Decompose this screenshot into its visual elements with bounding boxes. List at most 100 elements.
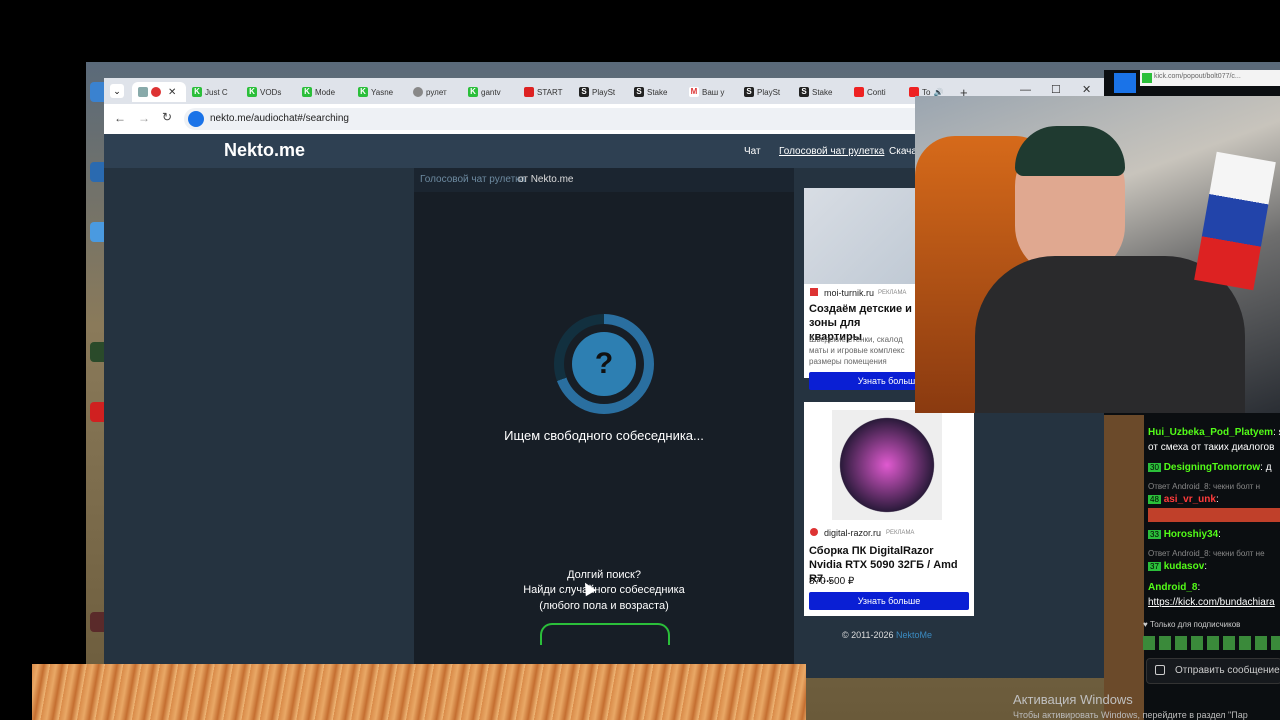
tab-label: Stake [647,87,668,97]
subscribers-only-text: Только для подписчиков [1149,620,1241,629]
tab[interactable]: K Yasne [358,82,400,102]
emote-bar[interactable] [1143,636,1280,650]
tab[interactable]: START [524,82,566,102]
tab[interactable]: рулет [413,82,455,102]
chat-username[interactable]: asi_vr_unk [1164,494,1216,505]
tab[interactable]: S PlaySt [579,82,621,102]
breadcrumb: Голосовой чат рулетка от Nekto.me [414,168,794,192]
tab-label: VODs [260,87,282,97]
tab[interactable]: K Mode [302,82,344,102]
random-search-button[interactable] [540,623,670,645]
ad-domain: digital-razor.ru [824,528,882,538]
tab-active[interactable]: ✕ [132,82,186,102]
chat-side-decoration [1104,415,1144,720]
url-field[interactable]: nekto.me/audiochat#/searching [184,108,1004,130]
popout-url: kick.com/popout/bolt077/c... [1154,73,1241,80]
question-icon: ? [572,332,636,396]
close-window-icon[interactable]: ✕ [1082,83,1091,96]
tab[interactable]: S Stake [634,82,676,102]
tab-search-button[interactable]: ⌄ [110,84,124,98]
badge: 30 [1148,463,1161,472]
forward-icon[interactable]: → [138,111,150,125]
tab[interactable]: S PlaySt [744,82,786,102]
tab-label: Ваш у [702,87,725,97]
tab[interactable]: K VODs [247,82,289,102]
chat-message: от смеха от таких диалогов [1148,442,1280,453]
breadcrumb-text: от Nekto.me [518,174,574,185]
emote-icon[interactable] [1155,665,1165,675]
tab-label: START [537,87,563,97]
ad-logo-icon [810,528,818,536]
maximize-icon[interactable]: ☐ [1051,83,1061,96]
kick-icon: K [247,87,257,97]
tab-label: PlaySt [757,87,781,97]
close-icon[interactable]: ✕ [168,87,176,98]
tab[interactable]: K Just C [192,82,234,102]
tab-label: Mode [315,87,336,97]
chat-text: : [1218,529,1221,540]
copyright: © 2011-2026 NektoMe [842,630,932,640]
badge: 37 [1148,562,1161,571]
chat-text: : д [1260,462,1272,473]
tab[interactable]: Kgantv [468,82,510,102]
mic-icon[interactable] [188,111,204,127]
chat-message: 30 DesigningTomorrow: д [1148,462,1280,473]
site-logo[interactable]: Nekto.me [224,140,305,161]
tab-label: Conti [867,87,886,97]
reload-icon[interactable]: ↻ [162,110,172,124]
minimize-icon[interactable]: — [1020,84,1031,96]
ad-logo-icon [810,288,818,296]
kick-icon: K [468,87,478,97]
nav-voice-roulette[interactable]: Голосовой чат рулетка [779,146,884,157]
chat-username[interactable]: Android_8 [1148,582,1197,593]
kick-icon: K [358,87,368,97]
nav-chat[interactable]: Чат [744,146,761,157]
tab-label: PlaySt [592,87,616,97]
app-icon [1114,73,1136,93]
tab[interactable]: M Ваш у [689,82,731,102]
tab-label: Just C [205,87,228,97]
chat-username[interactable]: kudasov [1164,561,1205,572]
activation-watermark-text: Чтобы активировать Windows, перейдите в … [1013,710,1248,720]
chat-link[interactable]: https://kick.com/bundachiara [1148,597,1280,608]
chat-text: от смеха от таких диалогов [1148,442,1275,453]
tab[interactable]: S Stake [799,82,841,102]
url-text: nekto.me/audiochat#/searching [210,113,349,124]
ad-card[interactable]: digital-razor.ru РЕКЛАМА Сборка ПК Digit… [804,402,974,616]
chat-username[interactable]: Hui_Uzbeka_Pod_Platyem [1148,427,1273,438]
tab-label: рулет [426,87,447,97]
chat-message: Hui_Uzbeka_Pod_Platyem: я [1148,427,1280,438]
webcam-overlay [915,96,1280,413]
copyright-link[interactable]: NektoMe [896,630,932,640]
chat-message: 37 kudasov: [1148,561,1280,572]
ad-domain: moi-turnik.ru [824,288,875,298]
back-icon[interactable]: ← [114,111,126,125]
ad-price: 870 500 ₽ [809,576,855,587]
chat-reply: Ответ Android_8: чекни болт н [1148,482,1261,491]
ad-button[interactable]: Узнать больше [809,592,969,610]
s-icon: S [634,87,644,97]
chat-message: 33 Horoshiy34: [1148,529,1280,540]
ad-image [832,410,942,520]
chat-text: : [1215,494,1219,505]
send-message-input[interactable]: Отправить сообщение [1146,658,1280,684]
send-placeholder: Отправить сообщение [1175,665,1280,676]
ad-desc: Шведские стенки, скалод маты и игровые к… [809,335,905,366]
breadcrumb-link[interactable]: Голосовой чат рулетка [420,174,525,185]
long-search-text: Найди случайного собеседника [523,584,685,596]
youtube-icon [854,87,864,97]
heart-icon: ♥ [1143,620,1148,629]
s-icon: S [799,87,809,97]
badge: 33 [1148,530,1161,539]
start-icon [524,87,534,97]
tab[interactable]: Conti [854,82,896,102]
ad-badge: РЕКЛАМА [878,290,907,296]
badge: 48 [1148,495,1161,504]
chat-text: : я [1273,427,1280,438]
chat-username[interactable]: Horoshiy34 [1164,529,1218,540]
chat-message: 48 asi_vr_unk: [1148,494,1280,505]
ad-badge: РЕКЛАМА [886,530,915,536]
chat-username[interactable]: DesigningTomorrow [1164,462,1260,473]
copyright-text: © 2011-2026 [842,630,897,640]
chat-reply: Ответ Android_8: чекни болт не [1148,549,1265,558]
